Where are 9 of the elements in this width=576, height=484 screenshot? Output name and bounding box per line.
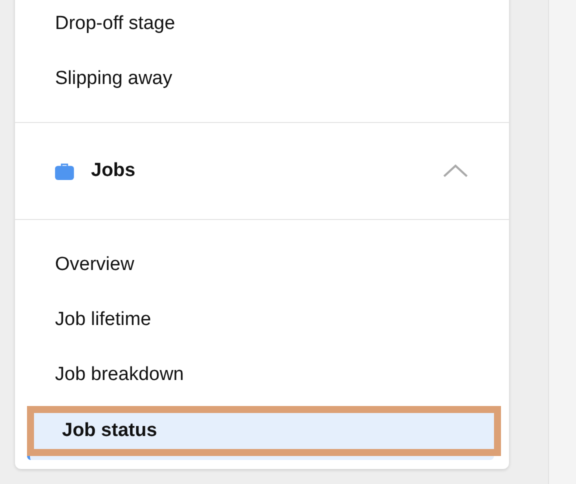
chevron-icon bbox=[442, 164, 469, 178]
sidebar-item[interactable]: Job lifetime bbox=[15, 298, 509, 353]
section-header[interactable]: Jobs bbox=[15, 123, 509, 220]
sidebar-item[interactable]: Drop-off stage bbox=[15, 2, 509, 57]
sidebar-item[interactable]: Slipping away bbox=[15, 57, 509, 112]
section-title: Jobs bbox=[91, 160, 136, 182]
briefcase-icon bbox=[55, 162, 74, 180]
sidebar-item[interactable]: Job breakdown bbox=[15, 353, 509, 408]
sidebar-item[interactable]: Overview bbox=[15, 243, 509, 298]
